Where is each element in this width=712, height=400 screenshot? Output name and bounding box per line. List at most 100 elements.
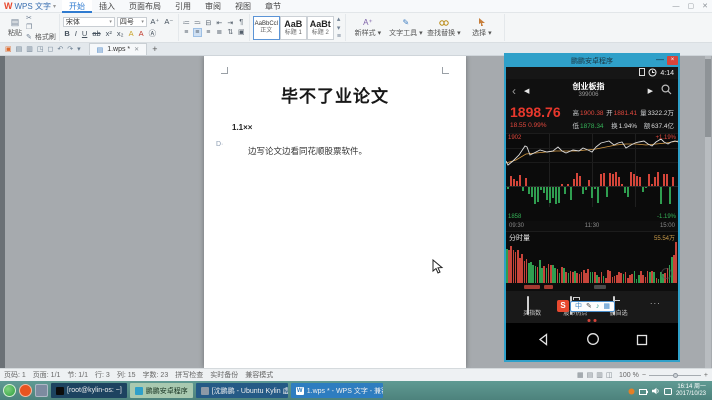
- battery-icon[interactable]: [639, 382, 648, 400]
- view-mode-icon[interactable]: ▦: [577, 371, 584, 379]
- font-size-select[interactable]: 四号▾: [117, 17, 147, 27]
- intraday-chart[interactable]: 1902 +1.19% 1858 -1.19%: [506, 133, 678, 221]
- justify-icon[interactable]: ≣: [215, 28, 224, 36]
- menu-tab-section[interactable]: 章节: [258, 0, 288, 13]
- file-manager-icon[interactable]: [35, 384, 48, 397]
- wps-mini-logo-icon[interactable]: ▣: [3, 45, 14, 53]
- taskbar-emulator-window[interactable]: 鹏鹏安卓程序: [130, 383, 193, 398]
- preview-icon[interactable]: ◻: [46, 45, 56, 53]
- minimize-icon[interactable]: —: [669, 3, 684, 10]
- strikethrough-icon[interactable]: ab: [91, 29, 102, 38]
- tab-close-icon[interactable]: ✕: [134, 46, 139, 53]
- pen-icon[interactable]: ✎: [586, 302, 592, 311]
- back-icon[interactable]: ‹: [512, 84, 516, 98]
- menu-tab-references[interactable]: 引用: [168, 0, 198, 13]
- text-tool-button[interactable]: ✎ 文字工具 ▾: [387, 18, 425, 38]
- taskbar-terminal-window[interactable]: [root@kylin-os: ~]: [51, 383, 127, 398]
- android-home-button[interactable]: [586, 332, 600, 351]
- taskbar-wps-window[interactable]: W 1.wps * - WPS 文字 - 兼容...: [291, 383, 383, 398]
- decrease-indent-icon[interactable]: ⇤: [215, 19, 224, 27]
- buy-index-button[interactable]: 买指数: [523, 297, 541, 317]
- zh-mode-icon[interactable]: 中: [575, 302, 582, 311]
- print-icon[interactable]: ◳: [35, 45, 46, 53]
- save-icon[interactable]: ▤: [14, 45, 25, 53]
- emulator-minimize-icon[interactable]: —: [656, 57, 664, 63]
- input-method-icon[interactable]: [664, 382, 672, 400]
- zoom-slider[interactable]: [649, 375, 701, 376]
- redo-icon[interactable]: ↷: [65, 45, 75, 53]
- close-icon[interactable]: ✕: [698, 2, 712, 10]
- superscript-icon[interactable]: x²: [104, 29, 113, 38]
- output-icon[interactable]: ▥: [24, 45, 35, 53]
- new-document-tab[interactable]: +: [147, 44, 162, 54]
- shading-icon[interactable]: ▣: [237, 28, 246, 36]
- wps-logo[interactable]: W WPS 文字 ▾: [0, 1, 62, 12]
- styles-more-icon[interactable]: ≡: [336, 33, 342, 40]
- view-outline-icon[interactable]: ▤: [587, 371, 594, 379]
- menu-tab-home[interactable]: 开始: [62, 0, 92, 13]
- zoom-slider-thumb[interactable]: [673, 373, 678, 378]
- android-back-button[interactable]: [537, 333, 550, 351]
- android-recents-button[interactable]: [636, 333, 648, 351]
- font-name-select[interactable]: 宋体▾: [63, 17, 115, 27]
- maximize-icon[interactable]: ▢: [684, 2, 699, 10]
- taskbar-vm-window[interactable]: [沈鹏鹏 - Ubuntu Kylin 虚...: [196, 383, 288, 398]
- styles-down-icon[interactable]: ▾: [336, 24, 342, 32]
- emulator-titlebar[interactable]: 鹏鹏安卓程序 — ×: [506, 55, 678, 67]
- styles-up-icon[interactable]: ▴: [336, 15, 342, 23]
- taskbar-clock[interactable]: 16:14 周一 2017/10/23: [676, 384, 706, 398]
- increase-indent-icon[interactable]: ⇥: [226, 19, 235, 27]
- copy-icon[interactable]: ❐: [25, 23, 56, 31]
- subscript-icon[interactable]: x₂: [115, 29, 125, 38]
- show-marks-icon[interactable]: ¶: [237, 19, 246, 26]
- underline-icon[interactable]: U: [80, 29, 88, 38]
- align-right-icon[interactable]: ≡: [204, 29, 213, 36]
- refresh-icon[interactable]: [661, 268, 672, 279]
- menu-tab-page-layout[interactable]: 页面布局: [122, 0, 168, 13]
- menu-tab-view[interactable]: 视图: [228, 0, 258, 13]
- align-center-icon[interactable]: ≡: [193, 28, 202, 37]
- cut-icon[interactable]: ✂: [25, 14, 56, 22]
- find-replace-button[interactable]: 查找替换 ▾: [425, 18, 463, 38]
- grow-font-icon[interactable]: A⁺: [149, 17, 161, 26]
- menu-tab-review[interactable]: 审阅: [198, 0, 228, 13]
- search-icon[interactable]: [661, 82, 672, 100]
- style-normal[interactable]: AaBbCcl 正文: [253, 16, 280, 40]
- volume-pane[interactable]: 分时量 55.54万: [506, 231, 678, 283]
- select-button[interactable]: 选择 ▾: [463, 18, 501, 38]
- status-spellcheck[interactable]: 拼写检查: [175, 370, 203, 380]
- style-heading2[interactable]: AaBt 标题 2: [307, 16, 334, 40]
- char-border-icon[interactable]: Ⓐ: [147, 28, 158, 39]
- italic-icon[interactable]: I: [73, 29, 78, 38]
- emulator-close-icon[interactable]: ×: [667, 56, 678, 65]
- line-spacing-icon[interactable]: ⇅: [226, 28, 235, 36]
- document-title[interactable]: 毕不了业论文: [204, 82, 466, 107]
- sogou-logo-icon[interactable]: S: [557, 300, 569, 312]
- status-backup[interactable]: 实时备份: [210, 370, 238, 380]
- kylin-start-icon[interactable]: [3, 384, 16, 397]
- format-painter-label[interactable]: 格式刷: [35, 32, 56, 42]
- next-index-icon[interactable]: ▶: [648, 87, 653, 95]
- document-body-text[interactable]: 边写论文边看同花顺股票软件。: [248, 146, 367, 156]
- view-fullscreen-icon[interactable]: ◫: [606, 371, 613, 379]
- format-painter-icon[interactable]: ✎: [25, 33, 33, 41]
- voice-icon[interactable]: ♪: [596, 302, 600, 311]
- outline-icon[interactable]: ⊟: [204, 19, 213, 27]
- more-actions-button[interactable]: ···: [650, 299, 661, 316]
- view-web-icon[interactable]: ▥: [596, 371, 603, 379]
- bullet-list-icon[interactable]: ≔: [182, 19, 191, 27]
- document-page[interactable]: 毕不了业论文 1.1×× D· 边写论文边看同花顺股票软件。: [204, 56, 466, 368]
- paste-button[interactable]: ▤ 粘贴: [5, 17, 25, 38]
- font-color-icon[interactable]: A: [137, 29, 145, 38]
- volume-icon[interactable]: [652, 382, 660, 400]
- zoom-out-icon[interactable]: −: [642, 372, 646, 379]
- quickbar-more-icon[interactable]: ▾: [75, 45, 83, 53]
- style-heading1[interactable]: AaB 标题 1: [280, 16, 307, 40]
- notification-dot-icon[interactable]: [628, 382, 635, 400]
- menu-tab-insert[interactable]: 插入: [92, 0, 122, 13]
- document-paragraph[interactable]: D· 边写论文边看同花顺股票软件。: [204, 141, 466, 159]
- document-heading[interactable]: 1.1××: [232, 123, 466, 132]
- sogou-input-toolbar[interactable]: S 中 ✎ ♪ ▦: [557, 300, 615, 312]
- keyboard-icon[interactable]: ▦: [603, 302, 610, 311]
- new-style-button[interactable]: A⁺ 新样式 ▾: [349, 18, 387, 38]
